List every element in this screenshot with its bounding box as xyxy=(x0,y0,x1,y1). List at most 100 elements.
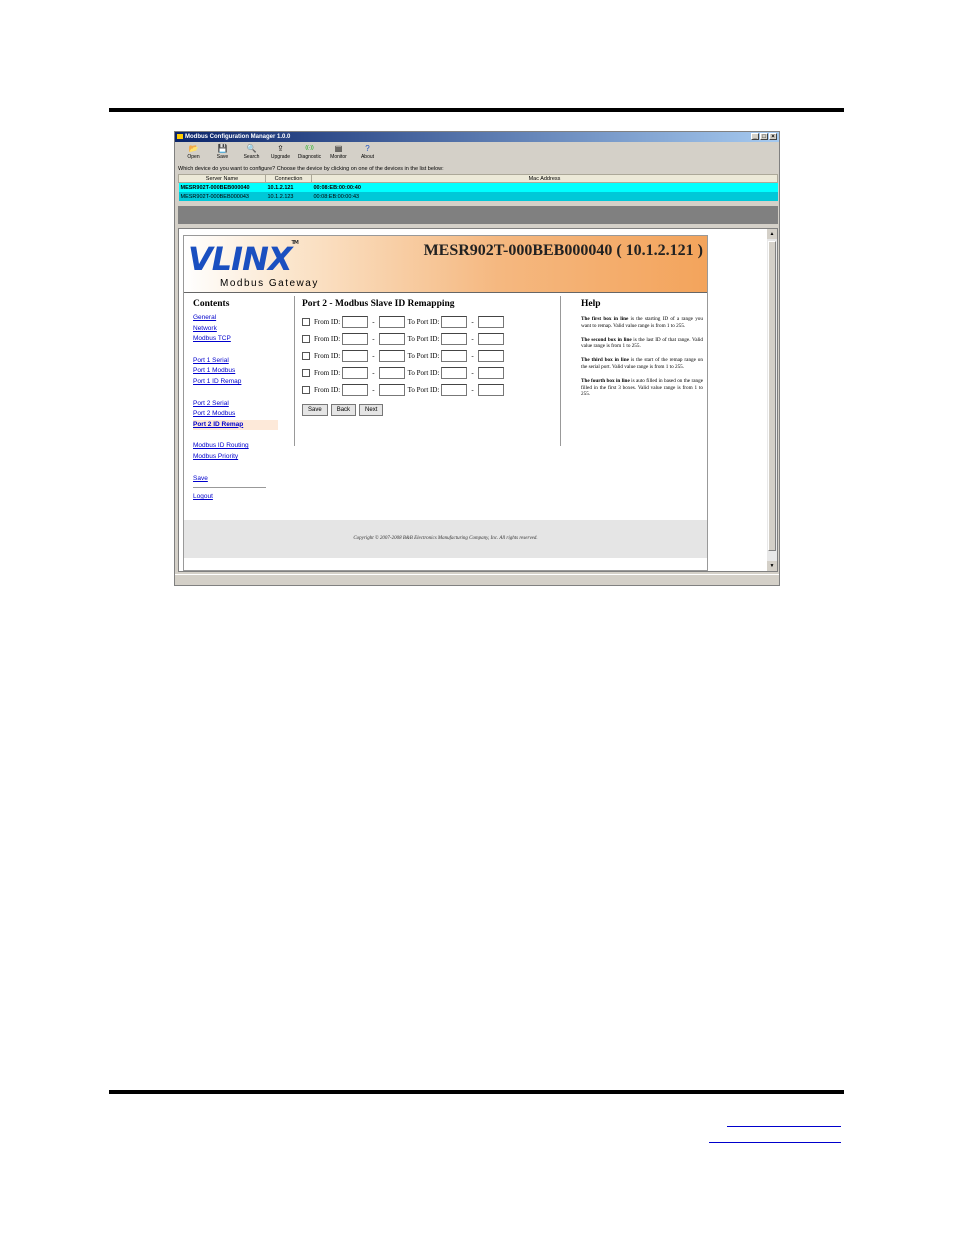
toolbar: 📂 Open 💾 Save 🔍 Search ⇪ Upgrade ((·)) Diagno… xyxy=(175,143,779,165)
from-id-end-input[interactable] xyxy=(378,315,405,328)
from-id-start-input[interactable] xyxy=(342,349,369,362)
diagnostic-icon: ((·)) xyxy=(305,145,314,151)
remap-form: Port 2 - Modbus Slave ID Remapping From … xyxy=(302,299,557,416)
from-id-start-input[interactable] xyxy=(342,384,369,397)
scroll-thumb[interactable] xyxy=(768,241,776,551)
diagnostic-button[interactable]: ((·)) Diagnostic xyxy=(295,143,324,165)
to-port-id-label: To Port ID: xyxy=(407,386,440,395)
from-id-label: From ID: xyxy=(314,334,341,343)
top-rule xyxy=(109,108,844,112)
table-row[interactable]: MESR902T-000BEB000040 10.1.2.121 00:08:E… xyxy=(178,182,778,192)
help-text: The first box in line is the starting ID… xyxy=(581,316,703,329)
to-id-start-input[interactable] xyxy=(441,367,468,380)
title-bar: Modbus Configuration Manager 1.0.0 _ □ × xyxy=(175,132,779,142)
to-port-id-label: To Port ID: xyxy=(407,334,440,343)
page-banner: VLINXTM Modbus Gateway MESR902T-000BEB00… xyxy=(184,236,707,293)
empty-list-area xyxy=(178,206,778,224)
bottom-rule xyxy=(109,1090,844,1094)
nav-link-modbus-id-routing[interactable]: Modbus ID Routing xyxy=(193,441,278,452)
remap-row: From ID: - To Port ID: - xyxy=(302,382,557,399)
nav-link-port1-modbus[interactable]: Port 1 Modbus xyxy=(193,366,278,377)
nav-link-port2-serial[interactable]: Port 2 Serial xyxy=(193,399,278,410)
nav-link-port2-modbus[interactable]: Port 2 Modbus xyxy=(193,409,278,420)
from-id-start-input[interactable] xyxy=(342,315,369,328)
open-folder-icon: 📂 xyxy=(188,144,199,153)
from-id-label: From ID: xyxy=(314,369,341,378)
logo-subtitle: Modbus Gateway xyxy=(220,278,319,289)
row-enable-checkbox[interactable] xyxy=(302,317,310,326)
to-id-end-input[interactable] xyxy=(477,349,504,362)
nav-link-modbus-priority[interactable]: Modbus Priority xyxy=(193,452,278,463)
maximize-button[interactable]: □ xyxy=(760,133,768,140)
device-title: MESR902T-000BEB000040 ( 10.1.2.121 ) xyxy=(423,242,703,259)
from-id-end-input[interactable] xyxy=(378,349,405,362)
to-id-end-input[interactable] xyxy=(477,315,504,328)
row-enable-checkbox[interactable] xyxy=(302,334,310,343)
nav-link-port2-id-remap[interactable]: Port 2 ID Remap xyxy=(193,419,278,431)
remap-row: From ID: - To Port ID: - xyxy=(302,365,557,382)
to-id-start-input[interactable] xyxy=(441,315,468,328)
save-tool-button[interactable]: 💾 Save xyxy=(208,143,237,165)
from-id-end-input[interactable] xyxy=(378,384,405,397)
remap-row: From ID: - To Port ID: - xyxy=(302,347,557,364)
upgrade-icon: ⇪ xyxy=(277,144,284,153)
column-header[interactable]: Server Name xyxy=(178,174,266,183)
to-id-end-input[interactable] xyxy=(477,332,504,345)
from-id-label: From ID: xyxy=(314,351,341,360)
next-button[interactable]: Next xyxy=(359,403,384,416)
app-icon xyxy=(177,134,183,139)
contents-heading: Contents xyxy=(193,299,230,309)
from-id-end-input[interactable] xyxy=(378,332,405,345)
vertical-scrollbar[interactable]: ▲ ▼ xyxy=(767,229,777,571)
nav-link-general[interactable]: General xyxy=(193,313,278,324)
open-button[interactable]: 📂 Open xyxy=(179,143,208,165)
table-row[interactable]: MESR902T-000BEB000043 10.1.2.123 00:08:E… xyxy=(178,192,778,201)
column-divider xyxy=(560,296,561,446)
help-panel: Help The first box in line is the starti… xyxy=(581,299,703,398)
nav-link-network[interactable]: Network xyxy=(193,324,278,335)
to-port-id-label: To Port ID: xyxy=(407,351,440,360)
upgrade-button[interactable]: ⇪ Upgrade xyxy=(266,143,295,165)
footer-link-2[interactable] xyxy=(709,1142,841,1143)
save-button[interactable]: Save xyxy=(302,403,328,416)
column-header[interactable]: Connection xyxy=(265,174,312,183)
nav-link-port1-serial[interactable]: Port 1 Serial xyxy=(193,356,278,367)
about-button[interactable]: ? About xyxy=(353,143,382,165)
to-id-start-input[interactable] xyxy=(441,332,468,345)
from-id-start-input[interactable] xyxy=(342,332,369,345)
web-view: ▲ ▼ VLINXTM Modbus Gateway MESR902T-000B… xyxy=(178,228,778,572)
row-enable-checkbox[interactable] xyxy=(302,369,310,378)
vlinx-logo: VLINXTM xyxy=(188,240,299,278)
to-id-start-input[interactable] xyxy=(441,349,468,362)
help-heading: Help xyxy=(581,299,601,309)
monitor-button[interactable]: ▤ Monitor xyxy=(324,143,353,165)
row-enable-checkbox[interactable] xyxy=(302,386,310,395)
close-button[interactable]: × xyxy=(769,133,777,140)
nav-link-port1-id-remap[interactable]: Port 1 ID Remap xyxy=(193,377,278,388)
column-header[interactable]: Mac Address xyxy=(311,174,778,183)
nav-link-logout[interactable]: Logout xyxy=(193,492,278,503)
nav-link-modbus-tcp[interactable]: Modbus TCP xyxy=(193,334,278,345)
remap-row: From ID: - To Port ID: - xyxy=(302,330,557,347)
footer-link-1[interactable] xyxy=(727,1126,841,1127)
scroll-down-icon[interactable]: ▼ xyxy=(767,561,777,571)
remap-row: From ID: - To Port ID: - xyxy=(302,313,557,330)
search-button[interactable]: 🔍 Search xyxy=(237,143,266,165)
disk-icon: 💾 xyxy=(217,144,228,153)
minimize-button[interactable]: _ xyxy=(751,133,759,140)
help-text: The third box in line is the start of th… xyxy=(581,357,703,370)
to-id-start-input[interactable] xyxy=(441,384,468,397)
row-enable-checkbox[interactable] xyxy=(302,351,310,360)
from-id-start-input[interactable] xyxy=(342,367,369,380)
to-id-end-input[interactable] xyxy=(477,384,504,397)
form-heading: Port 2 - Modbus Slave ID Remapping xyxy=(302,299,455,309)
question-icon: ? xyxy=(365,144,370,153)
back-button[interactable]: Back xyxy=(330,403,357,416)
scroll-up-icon[interactable]: ▲ xyxy=(767,229,777,239)
to-id-end-input[interactable] xyxy=(477,367,504,380)
from-id-end-input[interactable] xyxy=(378,367,405,380)
nav-link-save[interactable]: Save xyxy=(193,474,278,485)
app-window: Modbus Configuration Manager 1.0.0 _ □ ×… xyxy=(174,131,780,586)
to-port-id-label: To Port ID: xyxy=(407,317,440,326)
config-page: VLINXTM Modbus Gateway MESR902T-000BEB00… xyxy=(183,235,708,571)
